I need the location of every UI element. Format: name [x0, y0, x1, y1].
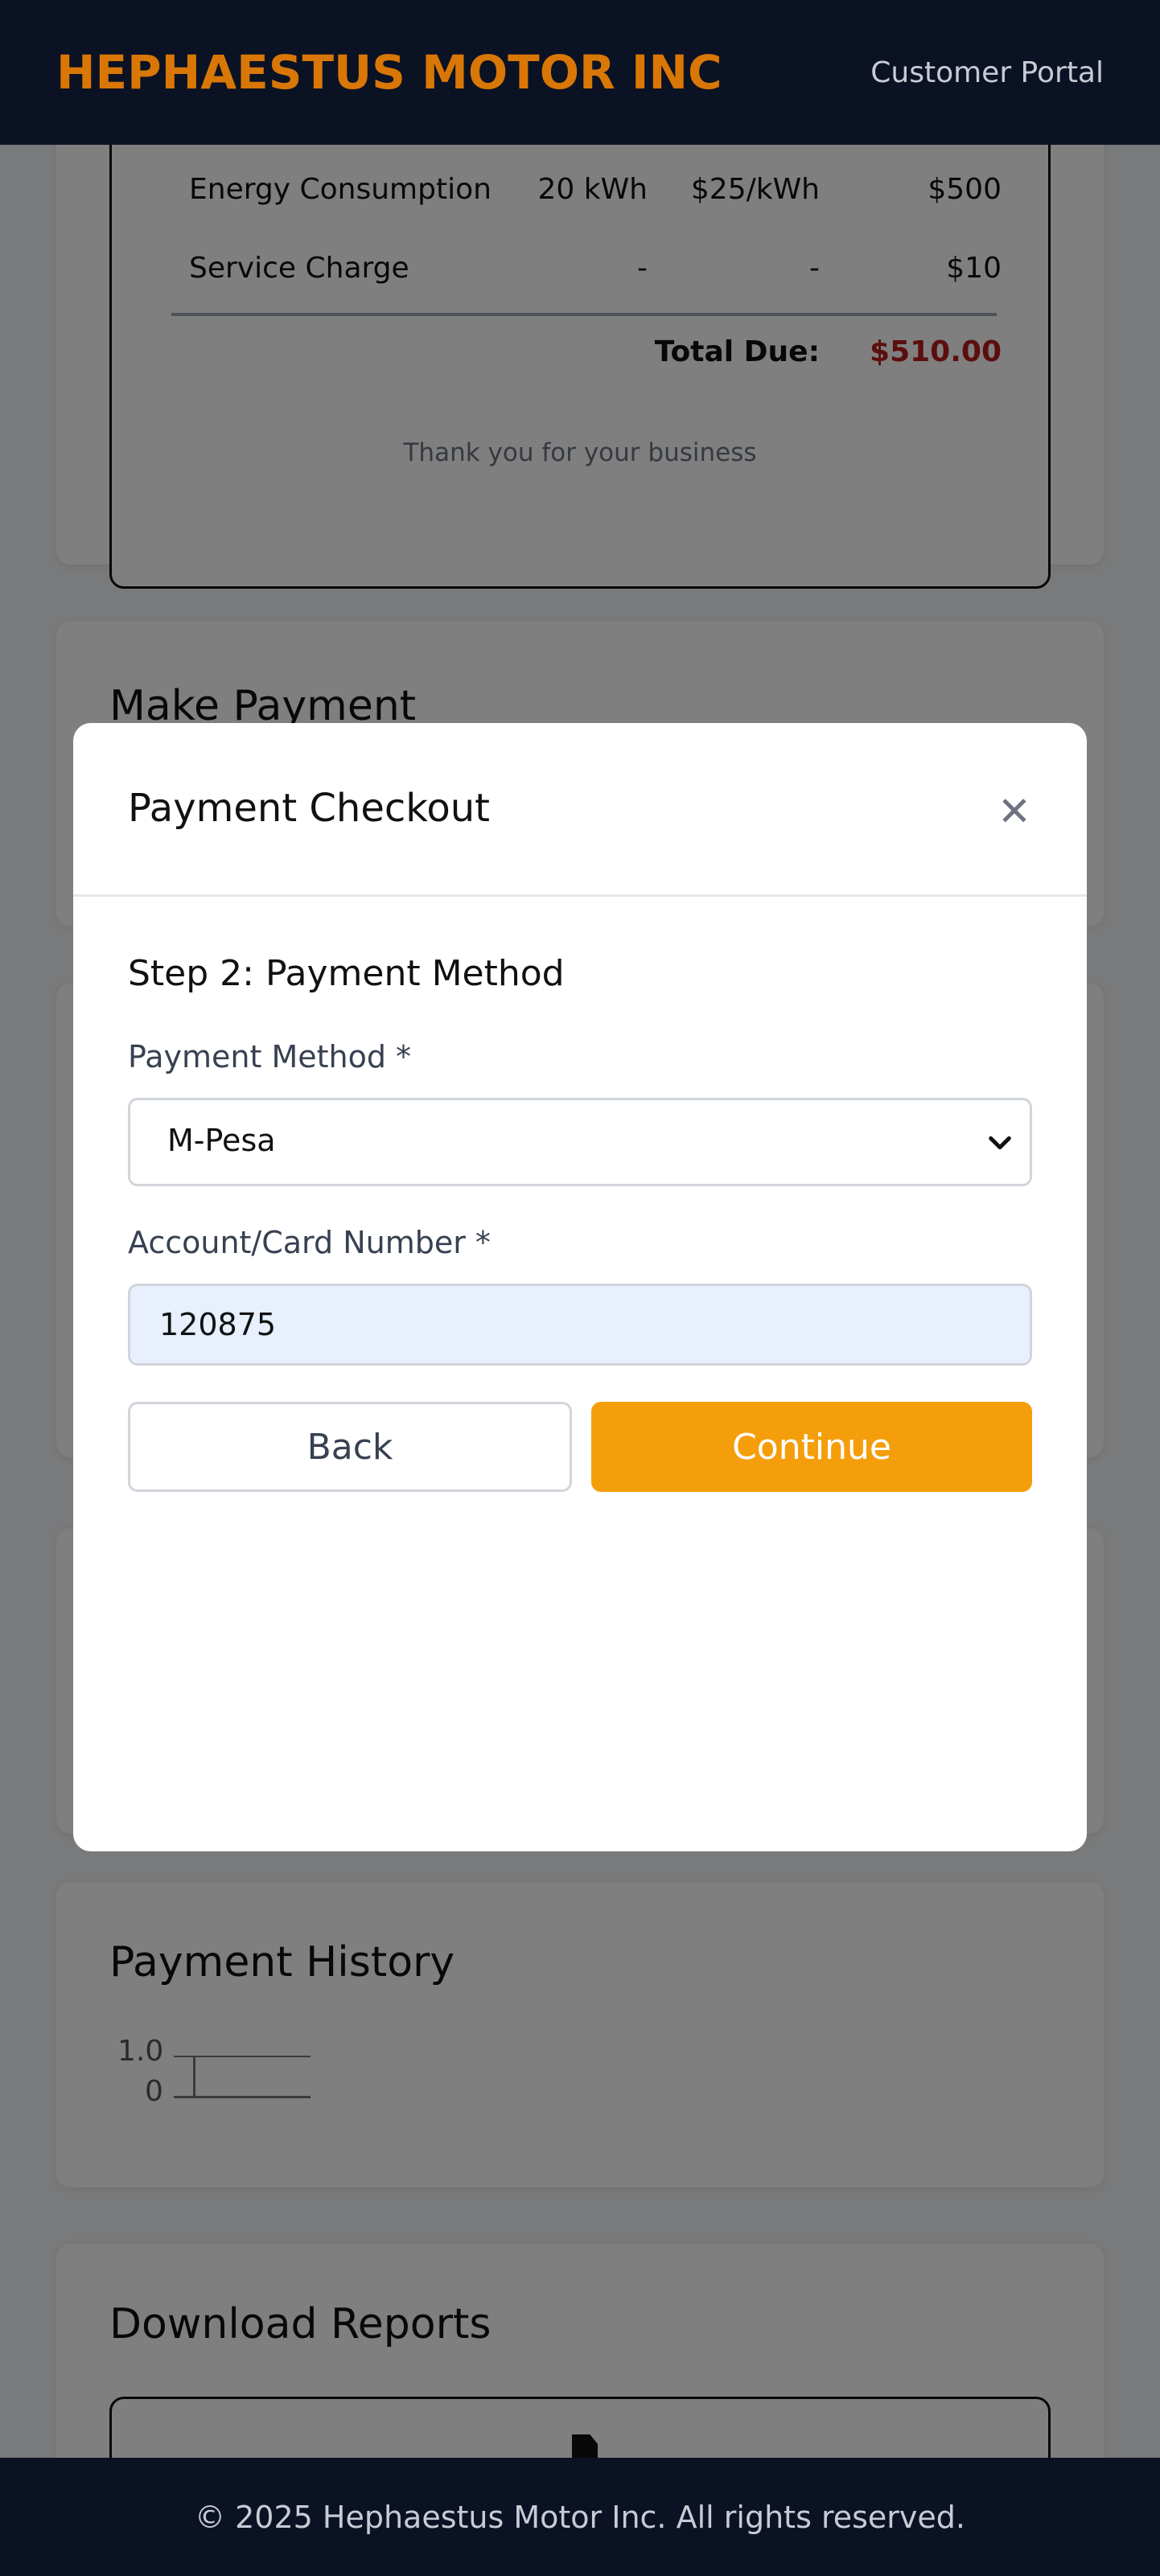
brand-logo: HEPHAESTUS MOTOR INC: [56, 45, 722, 100]
copyright-text: © 2025 Hephaestus Motor Inc. All rights …: [195, 2499, 965, 2535]
back-button[interactable]: Back: [128, 1402, 572, 1492]
modal-header: Payment Checkout ✕: [73, 723, 1087, 897]
account-number-input[interactable]: 120875: [128, 1284, 1032, 1366]
payment-method-label: Payment Method *: [128, 1039, 412, 1074]
close-icon[interactable]: ✕: [997, 791, 1032, 832]
chevron-down-icon: [989, 1136, 1011, 1150]
top-header: HEPHAESTUS MOTOR INC Customer Portal: [0, 0, 1160, 145]
account-number-label: Account/Card Number *: [128, 1225, 491, 1260]
payment-method-select[interactable]: M-Pesa: [128, 1098, 1032, 1186]
payment-checkout-modal: Payment Checkout ✕ Step 2: Payment Metho…: [73, 723, 1087, 1851]
step-title: Step 2: Payment Method: [128, 953, 565, 994]
account-number-value: 120875: [159, 1307, 277, 1342]
footer: © 2025 Hephaestus Motor Inc. All rights …: [0, 2458, 1160, 2576]
modal-title: Payment Checkout: [128, 786, 490, 831]
payment-method-value: M-Pesa: [167, 1123, 276, 1158]
customer-portal-link[interactable]: Customer Portal: [870, 56, 1104, 89]
continue-button[interactable]: Continue: [591, 1402, 1032, 1492]
